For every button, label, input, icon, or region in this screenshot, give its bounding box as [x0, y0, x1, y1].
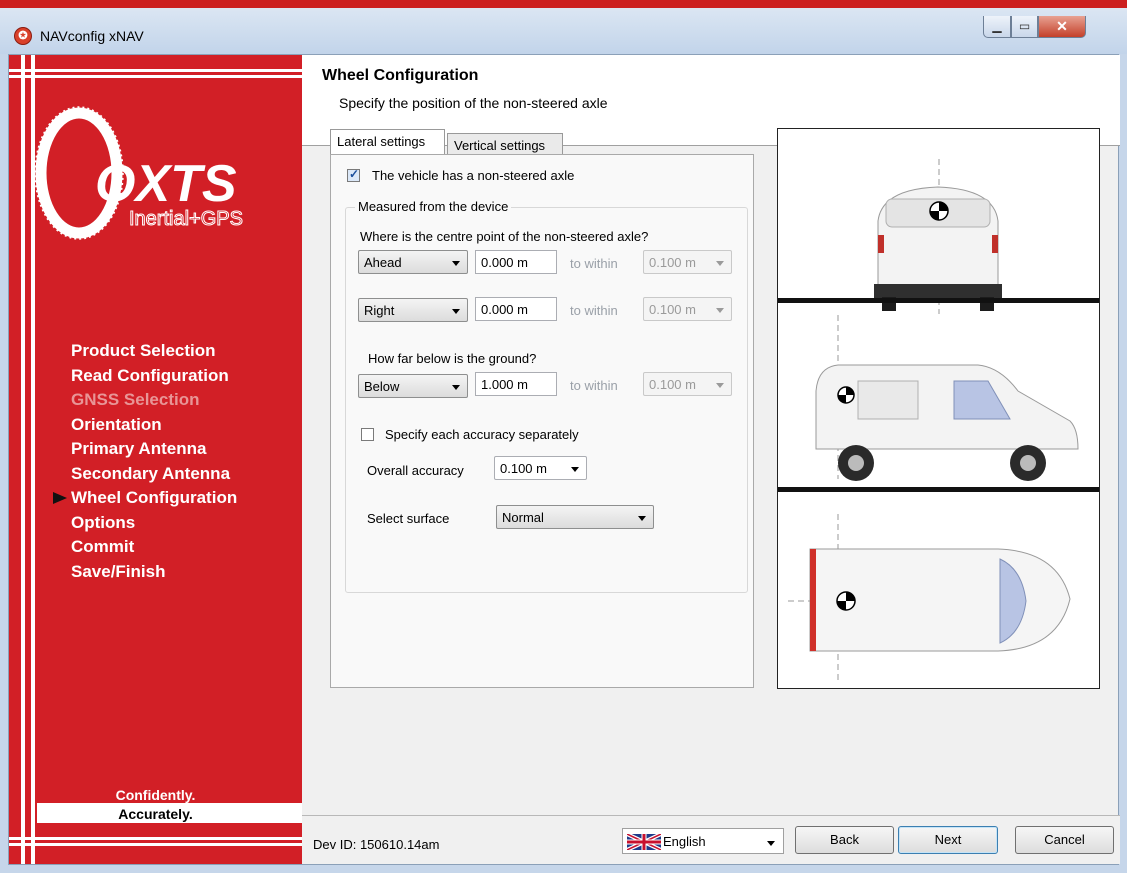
chevron-down-icon [452, 261, 460, 266]
footer-bar: Dev ID: 150610.14am English Back Next Ca… [302, 815, 1120, 864]
page-subtitle: Specify the position of the non-steered … [339, 95, 608, 111]
van-top-view [788, 514, 1071, 684]
app-logo-icon: ✪ [14, 27, 32, 45]
van-side-view [815, 315, 1079, 481]
van-views [778, 159, 1099, 684]
within-label: to within [570, 303, 618, 318]
overall-accuracy-select[interactable]: 0.100 m [494, 456, 587, 480]
chevron-down-icon [767, 841, 775, 846]
sidebar-stripe [9, 69, 302, 72]
direction-value: Below [364, 379, 400, 394]
van-rear-view [874, 159, 1002, 314]
accuracy-value: 0.100 m [649, 302, 696, 317]
accuracy-select-1: 0.100 m [643, 250, 732, 274]
nav-item-commit[interactable]: Commit [39, 535, 237, 560]
nav-item-product-selection[interactable]: Product Selection [39, 339, 237, 364]
nav-item-read-configuration[interactable]: Read Configuration [39, 364, 237, 389]
has-axle-checkbox[interactable] [347, 167, 360, 182]
sidebar-stripe [9, 843, 302, 846]
ground-question: How far below is the ground? [368, 351, 537, 366]
chevron-down-icon [638, 516, 646, 521]
uk-flag-icon [627, 834, 661, 850]
accuracy-select-2: 0.100 m [643, 297, 732, 321]
has-axle-label: The vehicle has a non-steered axle [372, 168, 575, 183]
sidebar: OXTS Inertial+GPS Product Selection Read… [9, 55, 302, 864]
measured-group-label: Measured from the device [355, 199, 512, 214]
axle-question: Where is the centre point of the non-ste… [360, 229, 649, 244]
language-select[interactable]: English [622, 828, 784, 854]
direction-select-3[interactable]: Below [358, 374, 468, 398]
slogan-confidently: Confidently. [115, 787, 196, 803]
device-id: Dev ID: 150610.14am [313, 837, 440, 852]
sidebar-stripe [21, 55, 25, 864]
back-button[interactable]: Back [795, 826, 894, 854]
chevron-down-icon [452, 309, 460, 314]
direction-select-1[interactable]: Ahead [358, 250, 468, 274]
offset-input-1[interactable]: 0.000 m [475, 250, 557, 274]
chevron-down-icon [716, 383, 724, 388]
accuracy-value: 0.100 m [649, 255, 696, 270]
nav-item-secondary-antenna[interactable]: Secondary Antenna [39, 462, 237, 487]
sidebar-stripe [9, 75, 302, 78]
nav-item-primary-antenna[interactable]: Primary Antenna [39, 437, 237, 462]
top-stripe [0, 0, 1127, 8]
language-value: English [663, 834, 706, 849]
accuracy-select-3: 0.100 m [643, 372, 732, 396]
close-button[interactable]: ✕ [1038, 16, 1086, 38]
svg-text:Inertial+GPS: Inertial+GPS [129, 208, 243, 230]
nav-item-save-finish[interactable]: Save/Finish [39, 560, 237, 585]
oxts-logo: OXTS Inertial+GPS [34, 106, 243, 240]
chevron-down-icon [716, 308, 724, 313]
svg-text:OXTS: OXTS [95, 155, 237, 213]
nav-item-wheel-configuration[interactable]: Wheel Configuration [39, 486, 237, 511]
surface-label: Select surface [367, 511, 450, 526]
chevron-down-icon [452, 385, 460, 390]
separate-accuracy-checkbox[interactable] [361, 428, 374, 441]
title-bar[interactable]: ✪ NAVconfig xNAV ▁ ▭ ✕ [0, 8, 1127, 54]
within-label: to within [570, 256, 618, 271]
wizard-steps: Product Selection Read Configuration GNS… [39, 339, 237, 584]
within-label: to within [570, 378, 618, 393]
nav-item-gnss-selection: GNSS Selection [71, 390, 200, 409]
window-title: NAVconfig xNAV [40, 28, 144, 44]
offset-input-3[interactable]: 1.000 m [475, 372, 557, 396]
nav-item-options[interactable]: Options [39, 511, 237, 536]
separate-accuracy-label: Specify each accuracy separately [385, 427, 579, 442]
surface-select[interactable]: Normal [496, 505, 654, 529]
vehicle-illustration [777, 128, 1100, 689]
chevron-down-icon [571, 467, 579, 472]
slogan-accurately: Accurately. [118, 806, 193, 822]
direction-value: Ahead [364, 255, 402, 270]
page-title: Wheel Configuration [322, 67, 479, 84]
sidebar-stripe [9, 837, 302, 840]
nav-item-orientation[interactable]: Orientation [39, 413, 237, 438]
overall-accuracy-label: Overall accuracy [367, 463, 464, 478]
offset-input-2[interactable]: 0.000 m [475, 297, 557, 321]
direction-select-2[interactable]: Right [358, 298, 468, 322]
surface-value: Normal [502, 510, 544, 525]
chevron-down-icon [716, 261, 724, 266]
current-step-arrow-icon [53, 492, 67, 504]
tab-lateral-settings[interactable]: Lateral settings [330, 129, 445, 154]
nav-item-label: Wheel Configuration [71, 488, 238, 507]
maximize-button[interactable]: ▭ [1011, 16, 1038, 38]
cancel-button[interactable]: Cancel [1015, 826, 1114, 854]
minimize-button[interactable]: ▁ [983, 16, 1011, 38]
tab-vertical-settings[interactable]: Vertical settings [447, 133, 563, 156]
next-button[interactable]: Next [898, 826, 998, 854]
direction-value: Right [364, 303, 395, 318]
accuracy-value: 0.100 m [649, 377, 696, 392]
overall-accuracy-value: 0.100 m [500, 461, 547, 476]
app-window: ✪ NAVconfig xNAV ▁ ▭ ✕ OXTS Inertial+GPS… [0, 0, 1127, 873]
